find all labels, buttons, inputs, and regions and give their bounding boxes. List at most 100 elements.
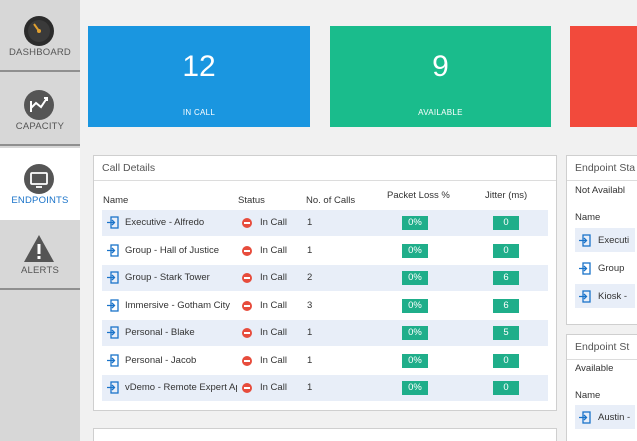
table-row[interactable]: Personal - Blake In Call 1 0% 5: [102, 320, 548, 346]
kpi-available-label: AVAILABLE: [418, 108, 463, 117]
status-text: In Call: [260, 327, 287, 338]
kpi-available[interactable]: 9 AVAILABLE: [330, 26, 551, 127]
endpoint-status-name-header-1: Name: [575, 212, 601, 223]
endpoint-status-title-1: Endpoint Sta: [575, 162, 636, 174]
nav-capacity[interactable]: CAPACITY: [0, 74, 80, 146]
call-count: 2: [307, 272, 313, 283]
call-count: 1: [307, 244, 313, 256]
kpi-in-call[interactable]: 12 IN CALL: [88, 26, 310, 127]
endpoint-row[interactable]: Executi: [575, 228, 635, 252]
kpi-third[interactable]: [570, 26, 637, 127]
call-details-panel: Call Details Name Status No. of Calls Pa…: [93, 155, 557, 411]
call-count: 1: [307, 327, 313, 338]
table-row[interactable]: Personal - Jacob In Call 1 0% 0: [102, 348, 548, 374]
packet-loss-badge: 0%: [402, 353, 428, 368]
divider: [94, 180, 556, 181]
status-text: In Call: [260, 272, 287, 283]
endpoint-icon: [107, 353, 119, 367]
endpoint-name: Personal - Jacob: [125, 354, 197, 366]
col-jitter: Jitter (ms): [485, 190, 528, 201]
packet-loss-badge: 0%: [402, 243, 428, 258]
call-count: 1: [307, 217, 313, 228]
endpoint-status-title-2: Endpoint St: [575, 341, 630, 353]
endpoint-icon: [107, 381, 119, 394]
endpoint-status-panel-1: Endpoint Sta Not Availabl Name Executi G…: [566, 155, 637, 325]
in-call-status-icon: [242, 245, 252, 256]
nav-dashboard[interactable]: DASHBOARD: [0, 0, 80, 72]
status-text: In Call: [260, 299, 287, 311]
secondary-panel: [93, 428, 557, 441]
endpoint-name: Personal - Blake: [125, 327, 195, 338]
status-text: In Call: [260, 217, 287, 228]
nav-alerts[interactable]: ALERTS: [0, 218, 80, 290]
endpoint-icon: [579, 290, 591, 303]
table-row[interactable]: Group - Hall of Justice In Call 1 0% 0: [102, 238, 548, 264]
endpoint-row[interactable]: Group: [575, 256, 635, 280]
endpoint-name: Group - Stark Tower: [125, 272, 210, 283]
chart-icon: [24, 90, 54, 120]
call-count: 3: [307, 299, 313, 311]
endpoint-icon: [579, 262, 591, 275]
col-calls: No. of Calls: [306, 195, 356, 206]
endpoint-icon: [579, 234, 591, 247]
in-call-status-icon: [242, 218, 252, 228]
endpoint-status-subtitle-1: Not Availabl: [575, 185, 625, 196]
endpoint-status-name-header-2: Name: [575, 390, 601, 401]
jitter-badge: 0: [493, 381, 519, 395]
table-row[interactable]: Executive - Alfredo In Call 1 0% 0: [102, 210, 548, 236]
endpoint-status-subtitle-2: Available: [575, 363, 614, 374]
kpi-available-value: 9: [432, 50, 449, 83]
endpoint-name: Executi: [598, 235, 630, 246]
endpoint-name: Austin -: [598, 412, 631, 423]
table-row[interactable]: vDemo - Remote Expert Ap In Call 1 0% 0: [102, 375, 548, 401]
gauge-icon: [24, 16, 54, 46]
packet-loss-badge: 0%: [402, 298, 428, 313]
monitor-icon: [24, 164, 54, 194]
in-call-status-icon: [242, 300, 252, 311]
jitter-badge: 0: [493, 243, 519, 258]
endpoint-icon: [107, 271, 119, 284]
endpoint-name: Executive - Alfredo: [125, 217, 205, 228]
divider: [567, 180, 637, 181]
call-count: 1: [307, 382, 313, 393]
endpoint-row[interactable]: Austin -: [575, 405, 635, 429]
in-call-status-icon: [242, 355, 252, 366]
table-row[interactable]: Group - Stark Tower In Call 2 0% 6: [102, 265, 548, 291]
table-row[interactable]: Immersive - Gotham City In Call 3 0% 6: [102, 293, 548, 319]
kpi-in-call-label: IN CALL: [182, 108, 216, 117]
status-text: In Call: [260, 244, 287, 256]
endpoint-name: Group: [598, 263, 625, 274]
col-name: Name: [103, 195, 129, 206]
nav-alerts-label: ALERTS: [21, 265, 59, 276]
endpoint-icon: [107, 298, 119, 312]
endpoint-icon: [107, 243, 119, 257]
status-text: In Call: [260, 382, 287, 393]
nav-capacity-label: CAPACITY: [15, 121, 65, 132]
status-text: In Call: [260, 354, 287, 366]
in-call-status-icon: [242, 273, 252, 283]
endpoint-row[interactable]: Kiosk -: [575, 284, 635, 308]
nav-dashboard-label: DASHBOARD: [9, 47, 71, 58]
sidebar: DASHBOARD CAPACITY ENDPOINTS ALERTS: [0, 0, 80, 441]
kpi-in-call-value: 12: [182, 50, 216, 83]
jitter-badge: 5: [493, 326, 519, 340]
col-status: Status: [238, 195, 265, 206]
packet-loss-badge: 0%: [402, 271, 428, 285]
packet-loss-badge: 0%: [402, 326, 428, 340]
jitter-badge: 6: [493, 298, 519, 313]
endpoint-name: Group - Hall of Justice: [125, 244, 219, 256]
col-packet-loss: Packet Loss %: [387, 190, 450, 201]
call-count: 1: [307, 354, 313, 366]
nav-endpoints-label: ENDPOINTS: [11, 195, 69, 206]
call-details-title: Call Details: [102, 162, 156, 174]
nav-endpoints[interactable]: ENDPOINTS: [0, 148, 80, 220]
warning-icon: [24, 235, 54, 262]
packet-loss-badge: 0%: [402, 216, 428, 230]
packet-loss-badge: 0%: [402, 381, 428, 395]
endpoint-name: vDemo - Remote Expert Ap: [125, 382, 237, 393]
jitter-badge: 6: [493, 271, 519, 285]
in-call-status-icon: [242, 383, 252, 393]
jitter-badge: 0: [493, 216, 519, 230]
endpoint-name: Immersive - Gotham City: [125, 299, 231, 311]
in-call-status-icon: [242, 328, 252, 338]
